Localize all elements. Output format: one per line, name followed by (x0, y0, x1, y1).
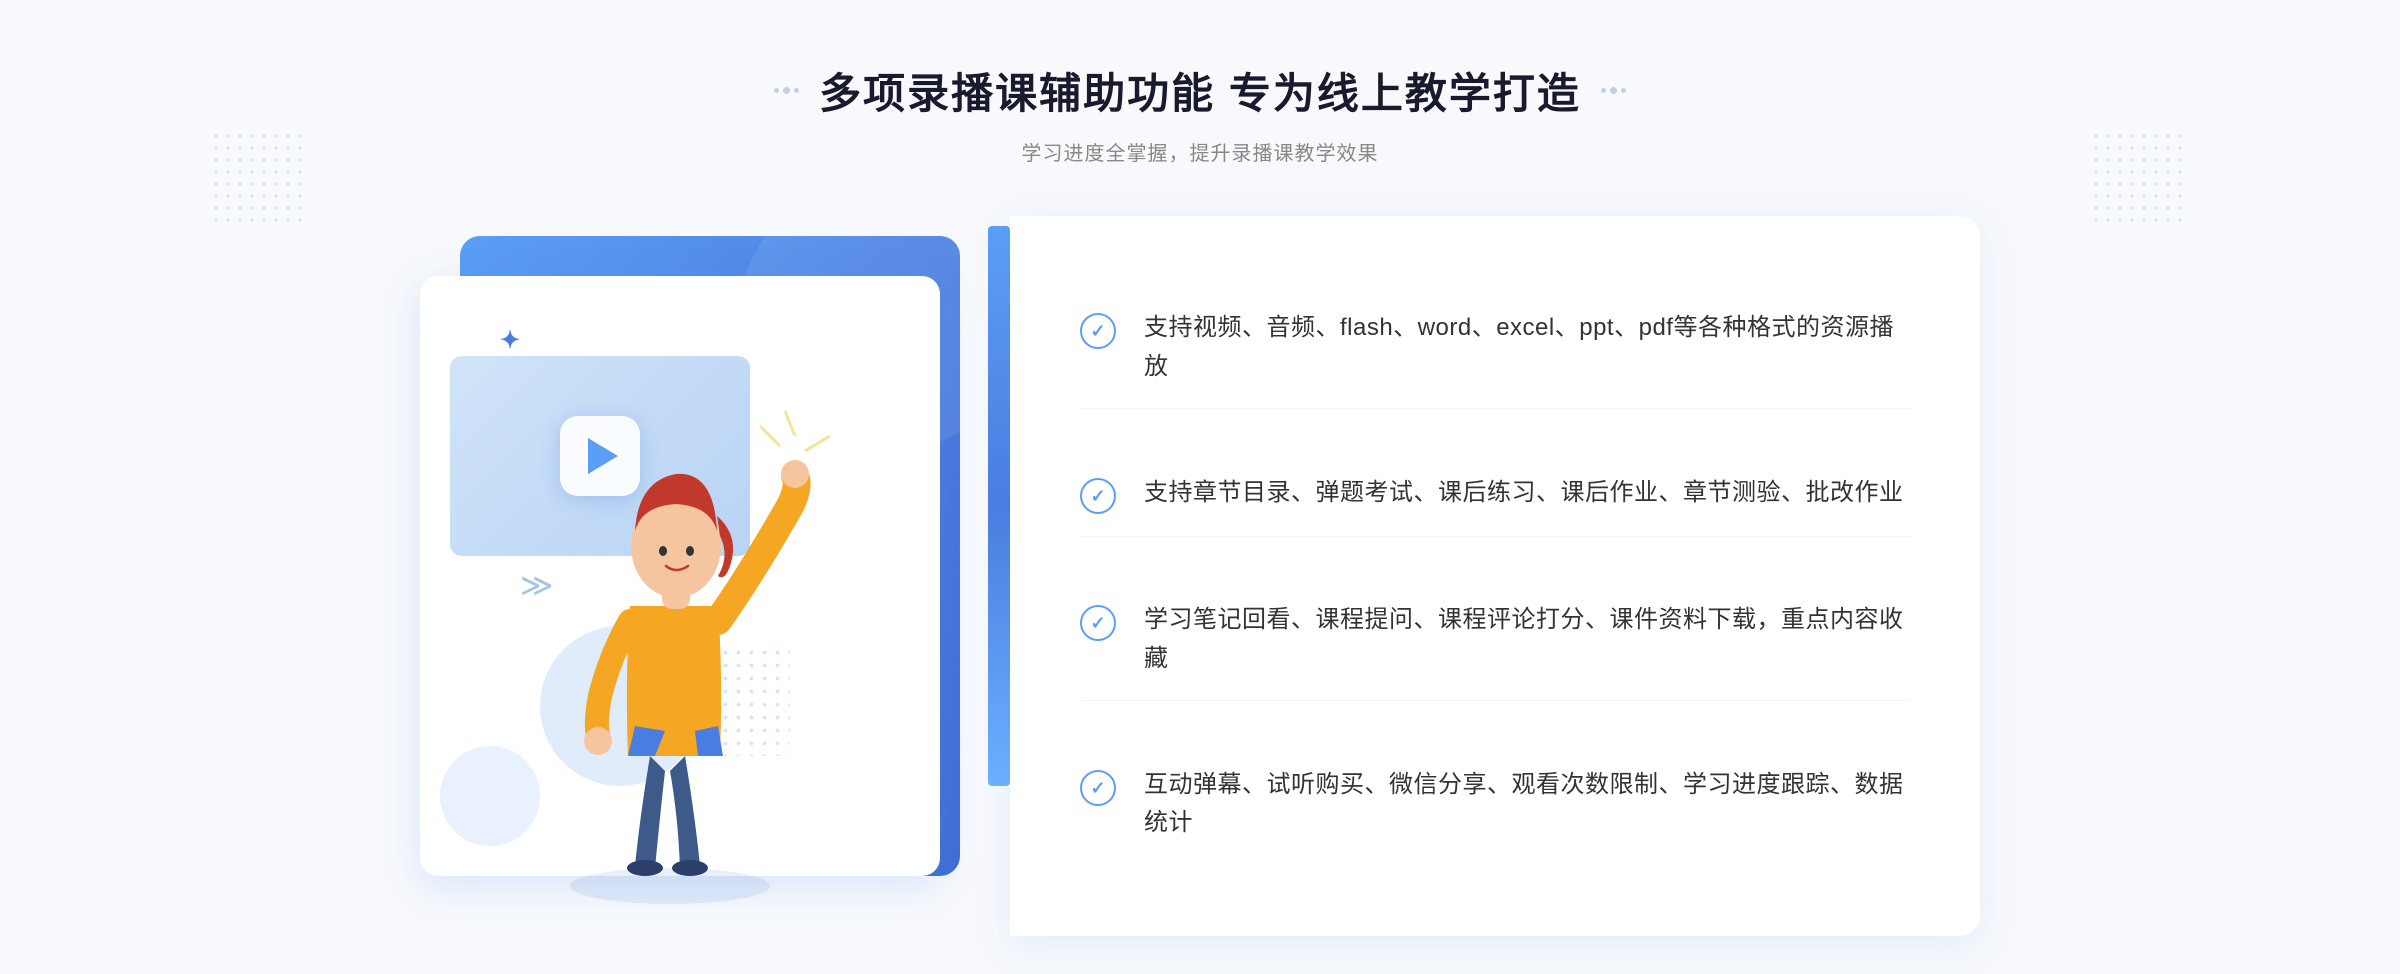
check-mark-icon-4: ✓ (1090, 779, 1105, 797)
check-circle-1: ✓ (1080, 313, 1116, 349)
check-mark-icon-2: ✓ (1090, 487, 1105, 505)
page-container: 多项录播课辅助功能 专为线上教学打造 学习进度全掌握，提升录播课教学效果 » (0, 0, 2400, 974)
feature-item-3: ✓ 学习笔记回看、课程提问、课程评论打分、课件资料下载，重点内容收藏 (1080, 579, 1910, 701)
check-circle-2: ✓ (1080, 478, 1116, 514)
feature-item-1: ✓ 支持视频、音频、flash、word、excel、ppt、pdf等各种格式的… (1080, 287, 1910, 409)
title-row: 多项录播课辅助功能 专为线上教学打造 (774, 60, 1626, 121)
feature-item-4: ✓ 互动弹幕、试听购买、微信分享、观看次数限制、学习进度跟踪、数据统计 (1080, 744, 1910, 865)
feature-text-1: 支持视频、音频、flash、word、excel、ppt、pdf等各种格式的资源… (1144, 309, 1910, 386)
title-right-decoration (1601, 87, 1626, 94)
content-area: » ✦ (420, 216, 1980, 936)
title-left-decoration (774, 87, 799, 94)
dots-decoration-right-top (2090, 130, 2190, 230)
check-circle-4: ✓ (1080, 770, 1116, 806)
features-panel: ✓ 支持视频、音频、flash、word、excel、ppt、pdf等各种格式的… (1010, 216, 1980, 936)
check-circle-3: ✓ (1080, 605, 1116, 641)
header-section: 多项录播课辅助功能 专为线上教学打造 学习进度全掌握，提升录播课教学效果 (774, 60, 1626, 166)
illustration-panel: ✦ ≫ (420, 216, 1000, 906)
page-subtitle: 学习进度全掌握，提升录播课教学效果 (774, 137, 1626, 166)
feature-text-2: 支持章节目录、弹题考试、课后练习、课后作业、章节测验、批改作业 (1144, 474, 1904, 512)
feature-text-3: 学习笔记回看、课程提问、课程评论打分、课件资料下载，重点内容收藏 (1144, 601, 1910, 678)
person-figure (480, 326, 860, 906)
blue-vertical-bar (988, 226, 1010, 786)
page-title: 多项录播课辅助功能 专为线上教学打造 (819, 60, 1581, 121)
check-mark-icon-1: ✓ (1090, 322, 1105, 340)
check-mark-icon-3: ✓ (1090, 614, 1105, 632)
feature-text-4: 互动弹幕、试听购买、微信分享、观看次数限制、学习进度跟踪、数据统计 (1144, 766, 1910, 843)
feature-item-2: ✓ 支持章节目录、弹题考试、课后练习、课后作业、章节测验、批改作业 (1080, 452, 1910, 537)
dots-decoration-left-top (210, 130, 310, 230)
